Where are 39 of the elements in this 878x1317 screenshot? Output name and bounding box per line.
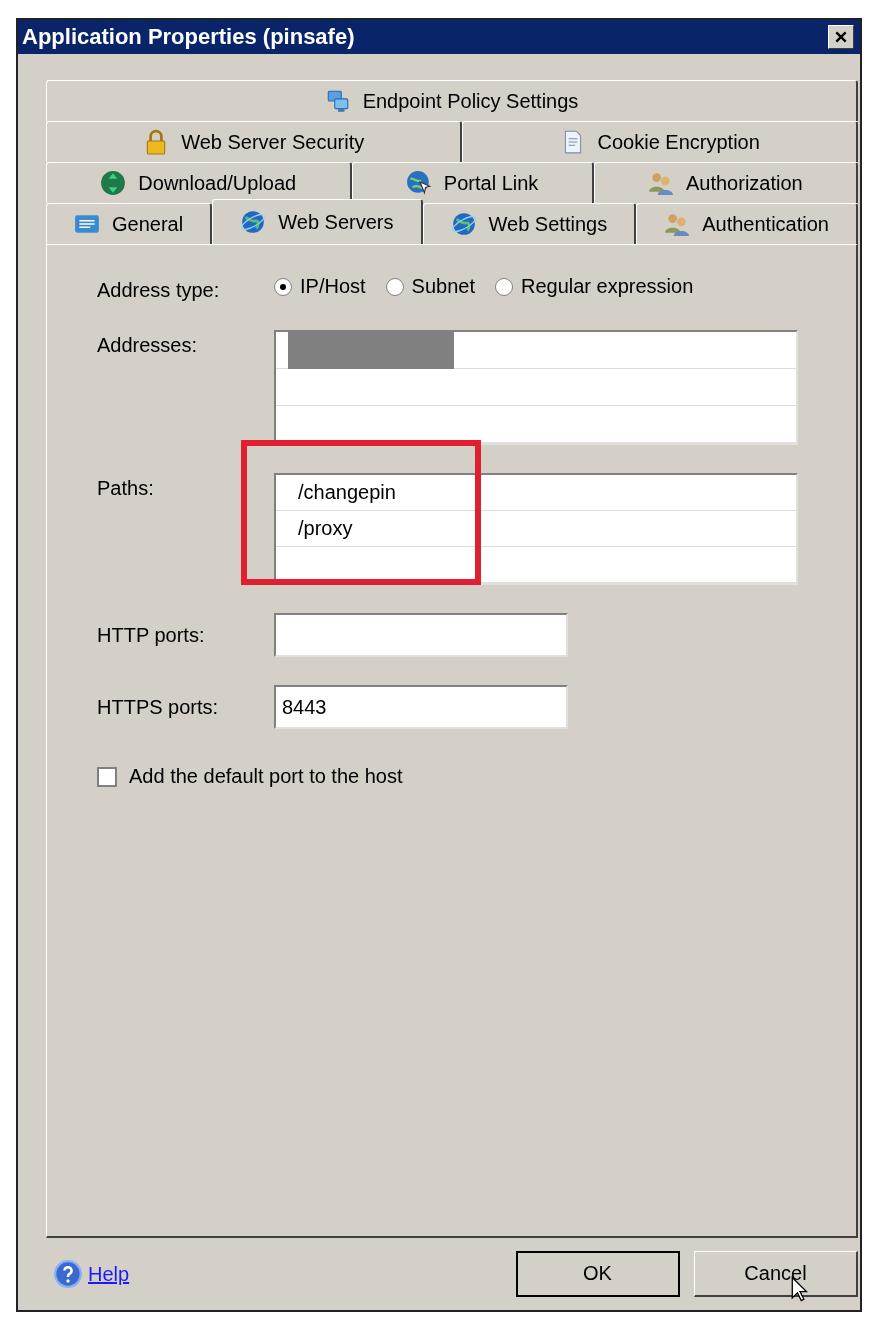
tab[interactable]: Authorization — [593, 162, 858, 203]
field-label: Address type: — [97, 278, 221, 302]
help-link[interactable]: Help — [88, 1262, 130, 1286]
tab[interactable]: Cookie Encryption — [462, 121, 858, 162]
field-label: HTTP ports: — [97, 623, 206, 647]
globe-icon — [240, 209, 267, 235]
field-label: Addresses: — [97, 333, 199, 357]
field-label: HTTPS ports: — [97, 695, 220, 719]
input-field[interactable]: 8443 — [274, 685, 568, 729]
radio-option[interactable]: Regular expression — [494, 275, 694, 298]
close-icon — [834, 30, 848, 44]
field-label: Paths: — [97, 476, 155, 500]
dialog-button[interactable]: OK — [516, 1251, 680, 1297]
tab[interactable]: Authentication — [636, 203, 858, 244]
radio-option[interactable]: IP/Host — [274, 275, 366, 298]
tab[interactable]: Web Settings — [422, 203, 637, 244]
radio-option[interactable]: Subnet — [385, 275, 475, 298]
addresses-list[interactable] — [274, 330, 798, 445]
tab[interactable]: Portal Link — [351, 162, 594, 203]
users-icon — [664, 211, 691, 237]
tab[interactable]: Download/Upload — [46, 162, 352, 203]
tab[interactable]: Web Server Security — [46, 121, 463, 162]
checkbox-option[interactable]: Add the default port to the host — [97, 765, 856, 788]
globe-cursor-icon — [405, 170, 432, 196]
paths-list[interactable]: /changepin /proxy — [274, 473, 798, 585]
arrows-circle-icon — [100, 170, 127, 196]
input-field[interactable] — [274, 613, 568, 657]
users-icon — [647, 170, 674, 196]
list-row[interactable]: /proxy — [276, 511, 796, 547]
tab[interactable]: Web Servers — [212, 199, 423, 244]
close-button[interactable] — [828, 25, 854, 49]
list-row[interactable]: /changepin — [276, 475, 796, 511]
tab[interactable]: General — [46, 203, 213, 244]
help-icon — [54, 1260, 82, 1288]
globe-icon — [450, 211, 477, 237]
window-title: Application Properties (pinsafe) — [22, 24, 355, 50]
checkbox[interactable] — [97, 766, 117, 787]
tab[interactable]: Endpoint Policy Settings — [46, 80, 858, 121]
list-row[interactable] — [276, 332, 796, 369]
